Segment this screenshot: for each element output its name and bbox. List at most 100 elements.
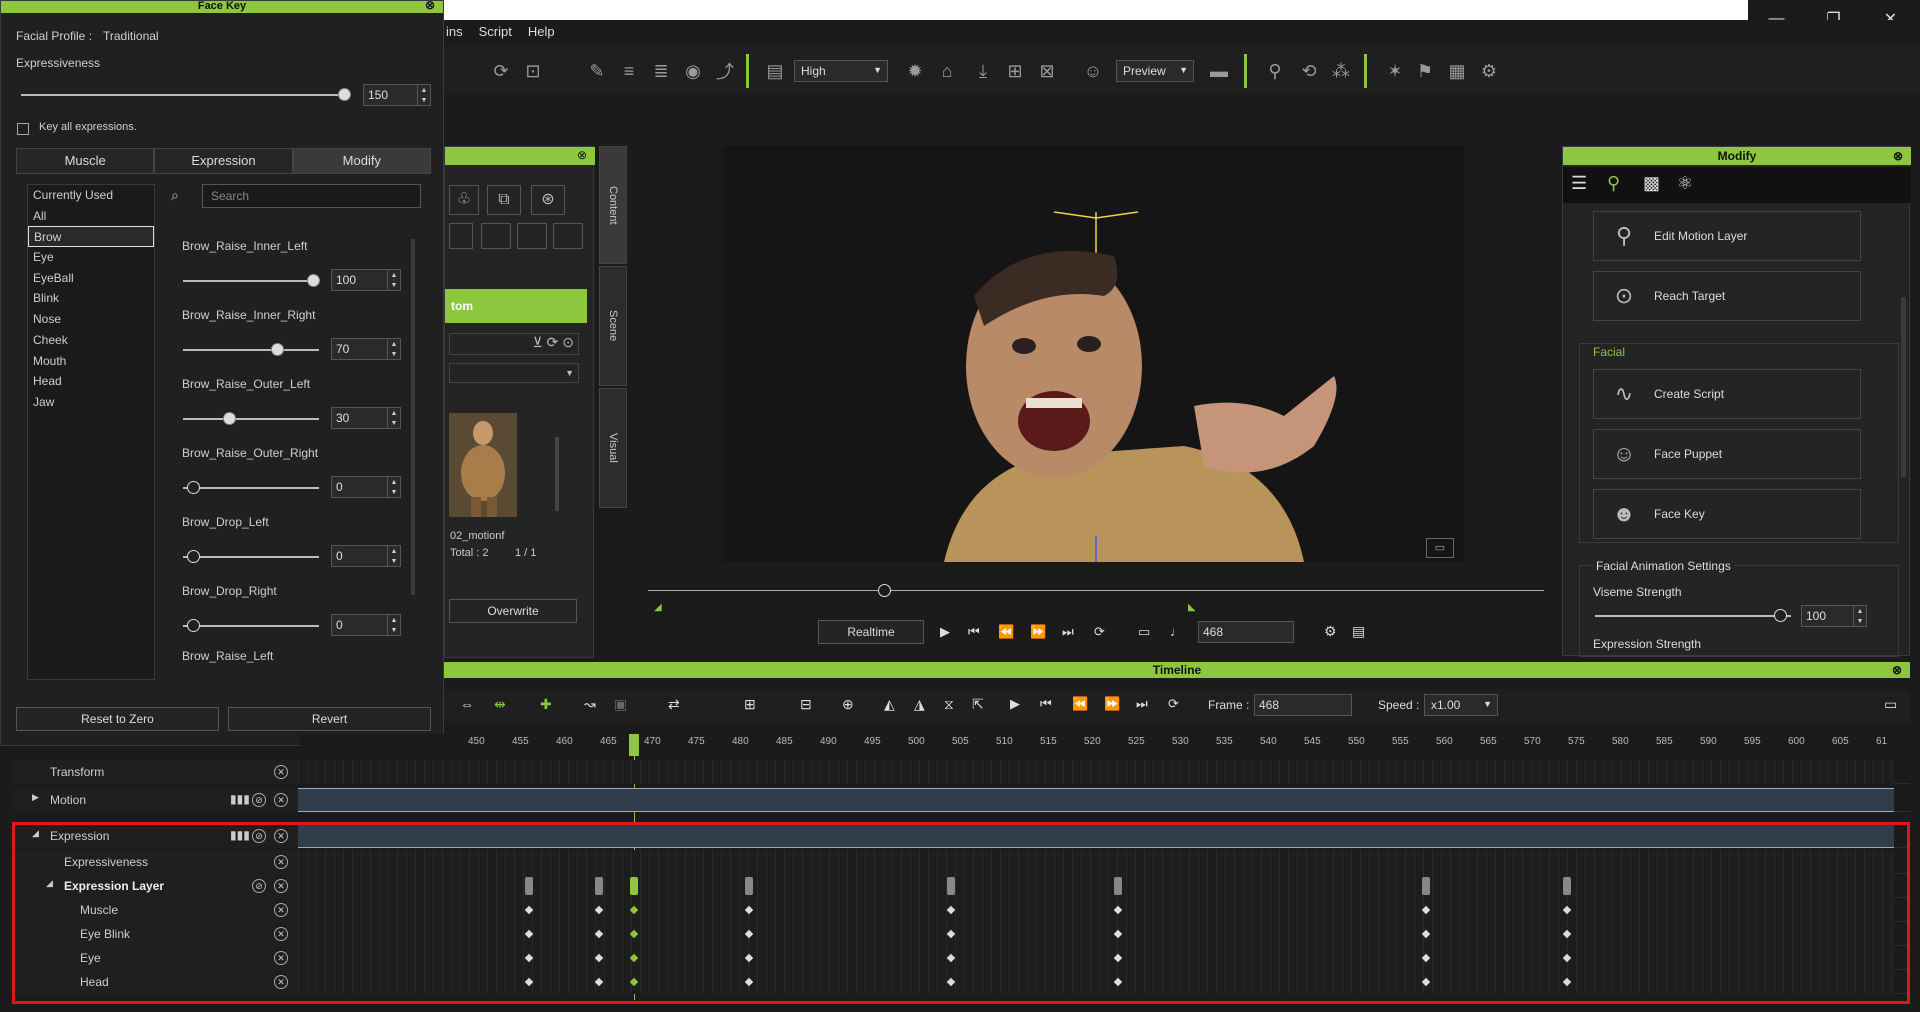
face-key-button[interactable]: ☻ Face Key [1593,489,1861,539]
track-lane[interactable] [298,970,1894,994]
expression-slider[interactable] [183,349,319,351]
split-icon[interactable]: ⊟ [800,696,812,713]
pose-icon[interactable]: ✶ [1382,58,1408,84]
motion-icon[interactable]: ⟲ [1296,58,1322,84]
expression-slider-value[interactable]: 30 [331,407,389,429]
keyframe[interactable] [1114,953,1123,963]
keyframe[interactable] [1562,953,1572,963]
keyframe[interactable] [946,977,956,987]
track-lane[interactable] [298,874,1894,898]
expressiveness-slider-knob[interactable] [338,88,351,101]
download-icon[interactable]: ⤓ [970,58,996,84]
keyframe[interactable] [1114,929,1123,939]
modify-scrollbar[interactable] [1901,297,1906,477]
atom-icon[interactable]: ⚛ [1677,173,1693,194]
keyframe[interactable] [630,905,639,915]
menu-plugins[interactable]: ins [446,24,463,39]
skip-end-icon[interactable]: ⏭ [1136,696,1148,712]
fit-icon[interactable]: ⊞ [1002,58,1028,84]
layer-keyframe[interactable] [1114,877,1123,895]
expression-slider-knob[interactable] [223,412,236,425]
expression-slider-spinner[interactable]: ▲ ▼ [387,545,401,567]
expression-slider[interactable] [183,280,319,282]
scrub-knob[interactable] [878,584,891,597]
category-item[interactable]: EyeBall [28,268,154,289]
keyframe[interactable] [594,929,604,939]
menu-script[interactable]: Script [479,24,512,39]
keyframe[interactable] [630,953,639,963]
layer-keyframe[interactable] [524,877,533,895]
fit-range-icon[interactable]: ⇔ [460,696,474,712]
keyframe[interactable] [524,977,534,987]
list-icon[interactable]: ▤ [1352,623,1365,640]
distribute-icon[interactable]: ≣ [648,58,674,84]
playhead[interactable] [629,734,640,756]
expression-slider[interactable] [183,556,319,558]
settings-icon[interactable]: ⚙ [1324,623,1337,640]
bars-icon[interactable]: ▮▮▮ [230,828,250,842]
3d-viewport[interactable]: ▭ [724,146,1464,562]
viseme-slider-knob[interactable] [1774,609,1787,622]
thumb-slot[interactable] [449,223,473,249]
expression-clip[interactable] [298,824,1894,848]
keyframe[interactable] [630,977,639,987]
close-icon[interactable]: ✕ [274,927,288,941]
track-expressiveness[interactable]: Expressiveness ✕ [12,850,1910,874]
skip-start-icon[interactable]: ⏮ [1040,696,1052,712]
layer-keyframe[interactable] [1563,877,1572,895]
edit-motion-layer-button[interactable]: ⚲ Edit Motion Layer [1593,211,1861,261]
camera-box-icon[interactable]: ⊠ [1034,58,1060,84]
track-motion[interactable]: Motion ▶ ▮▮▮ ⊘ ✕ [12,788,1910,812]
export-icon[interactable]: ⇱ [972,696,984,713]
track-lane[interactable] [298,760,1894,784]
step-forward-icon[interactable]: ⏩ [1030,624,1046,640]
expressiveness-slider[interactable] [21,94,347,96]
keyframe[interactable] [594,905,604,915]
key-prev-icon[interactable]: ◭ [884,696,895,713]
eyedropper-icon[interactable]: ✎ [584,58,610,84]
keyframe[interactable] [1562,905,1572,915]
keyframe[interactable] [946,929,956,939]
expression-slider-knob[interactable] [307,274,320,287]
expression-slider-knob[interactable] [187,481,200,494]
reach-target-button[interactable]: ⊙ Reach Target [1593,271,1861,321]
track-lane[interactable] [298,850,1894,874]
close-icon[interactable]: ✕ [274,951,288,965]
tree-icon[interactable]: ♧ [449,185,479,215]
track-lane[interactable] [298,898,1894,922]
close-icon[interactable]: ✕ [274,879,288,893]
category-item[interactable]: Eye [28,247,154,268]
close-icon[interactable]: ✕ [274,829,288,843]
rotate-icon[interactable]: ⟳ [488,58,514,84]
quality-select[interactable]: High [794,60,888,82]
align-icon[interactable]: ≡ [616,58,642,84]
light-icon[interactable]: ✹ [902,58,928,84]
copy-icon[interactable]: ⧉ [487,185,521,215]
expression-slider-knob[interactable] [187,550,200,563]
chat-icon[interactable]: ▭ [1426,538,1454,558]
expression-slider-knob[interactable] [187,619,200,632]
filter-icons[interactable]: ⊻ ⟳ ⊙ [449,333,579,355]
keyframe[interactable] [1114,905,1123,915]
close-icon[interactable]: ✕ [274,975,288,989]
overwrite-button[interactable]: Overwrite [449,599,577,623]
expression-slider-value[interactable]: 70 [331,338,389,360]
settings-icon[interactable]: ⚙ [1476,58,1502,84]
expand-icon[interactable]: ⇹ [494,696,506,713]
category-item-selected[interactable]: Brow [28,226,154,248]
keyframe[interactable] [744,953,754,963]
search-input[interactable]: Search [202,184,421,208]
track-expression-layer[interactable]: Expression Layer ◢ ⊘ ✕ [12,874,1910,898]
key-next-icon[interactable]: ◮ [914,696,925,713]
category-item[interactable]: Blink [28,288,154,309]
expression-slider-value[interactable]: 0 [331,545,389,567]
step-back-icon[interactable]: ⏪ [998,624,1014,640]
expression-slider-spinner[interactable]: ▲ ▼ [387,476,401,498]
expression-slider-spinner[interactable]: ▲ ▼ [387,407,401,429]
revert-button[interactable]: Revert [228,707,431,731]
snap-icon[interactable]: ⤴ [712,58,738,84]
viseme-value[interactable]: 100 [1801,605,1855,627]
eye-icon[interactable]: ◉ [680,58,706,84]
crowd-icon[interactable]: ⁂ [1328,58,1354,84]
add-key-icon[interactable]: ✚ [540,696,552,713]
